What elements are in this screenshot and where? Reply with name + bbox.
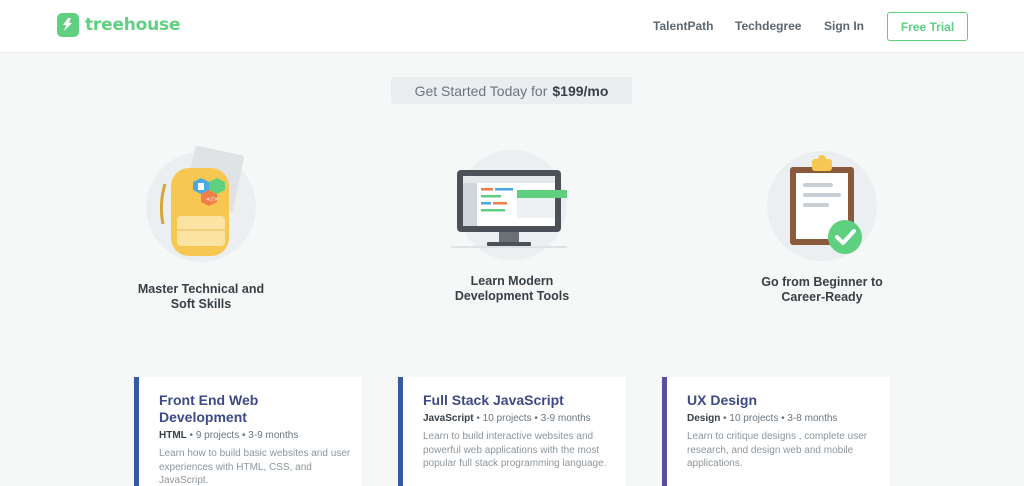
feature-label-line1: Go from Beginner to [761,275,883,289]
feature-label-line1: Learn Modern [470,274,554,288]
card-accent-bar [662,377,667,486]
card-description: Learn how to build basic websites and us… [159,448,351,486]
card-accent-bar [398,377,403,486]
treehouse-logo[interactable]: treehouse [57,13,181,37]
card-projects: 10 projects [729,413,779,424]
svg-text:</>: </> [206,196,218,203]
feature-label-line2: Development Tools [454,289,570,303]
feature-label-line1: Master Technical and [137,282,265,296]
nav-link-techdegree[interactable]: Techdegree [735,19,801,33]
card-lang: HTML [159,430,187,441]
treehouse-logo-icon [57,13,79,37]
card-description: Learn to critique designs , complete use… [687,431,868,469]
card-projects: 10 projects [482,413,532,424]
feature-label-line2: Soft Skills [170,297,232,311]
feature-label-line2: Career-Ready [781,290,863,304]
card-description: Learn to build interactive websites and … [423,431,607,469]
card-duration: 3-8 months [787,413,838,424]
top-nav: treehouse TalentPath Techdegree Sign In … [0,0,1024,53]
pricing-prefix: Get Started Today for [414,82,548,99]
track-card-ux-design[interactable]: UX Design Design • 10 projects • 3-8 mon… [662,377,890,486]
clipboard-check-icon [767,151,877,261]
card-title[interactable]: Full Stack JavaScript [423,392,603,409]
card-lang: JavaScript [423,413,474,424]
pricing-price: $199/mo [552,82,609,99]
card-meta: Design • 10 projects • 3-8 months [687,413,838,424]
nav-link-sign-in[interactable]: Sign In [824,19,864,33]
card-lang: Design [687,413,721,424]
monitor-icon [451,150,567,260]
card-duration: 3-9 months [540,413,591,424]
feature-dev-tools: Learn Modern Development Tools [402,150,622,304]
track-card-full-stack-js[interactable]: Full Stack JavaScript JavaScript • 10 pr… [398,377,626,486]
free-trial-button[interactable]: Free Trial [887,12,968,41]
card-accent-bar [134,377,139,486]
logo-text: treehouse [85,15,181,35]
backpack-icon: </> [146,145,256,262]
card-projects: 9 projects [195,430,240,441]
feature-technical-skills: </> Master Technical and Soft Skills [91,145,311,312]
card-duration: 3-9 months [248,430,299,441]
card-title[interactable]: Front End Web Development [159,392,339,426]
nav-link-talentpath[interactable]: TalentPath [653,19,713,33]
card-meta: HTML • 9 projects • 3-9 months [159,430,299,441]
card-meta: JavaScript • 10 projects • 3-9 months [423,413,591,424]
feature-career-ready: Go from Beginner to Career-Ready [712,151,932,305]
pricing-banner: Get Started Today for $199/mo [391,77,632,104]
card-title[interactable]: UX Design [687,392,867,409]
track-card-front-end[interactable]: Front End Web Development HTML • 9 proje… [134,377,362,486]
